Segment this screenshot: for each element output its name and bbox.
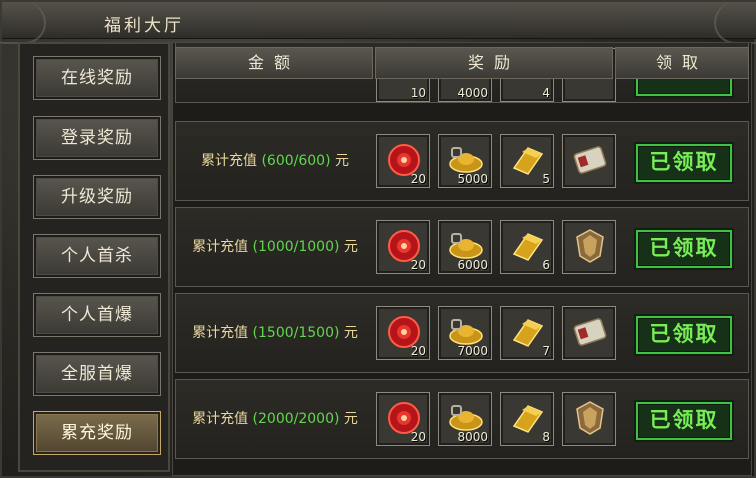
reward-slot[interactable] [562,392,616,446]
scroll-icon [573,146,607,174]
reward-slot[interactable] [562,306,616,360]
reward-slot[interactable]: 7 [500,306,554,360]
shield-icon [576,401,604,435]
sidebar-item-online-reward[interactable]: 在线奖励 [33,56,161,100]
window-title: 福利大厅 [104,16,184,36]
claim-button[interactable]: 已领取 [636,230,732,268]
sidebar-item-personal-first-kill[interactable]: 个人首杀 [33,234,161,278]
reward-slot[interactable]: 20 [376,134,430,188]
recharge-amount: 累计充值 (2000/2000) 元 [192,411,358,427]
reward-slot[interactable]: 20 [376,392,430,446]
scroll-icon [573,318,607,346]
claim-button[interactable]: 已领取 [636,316,732,354]
table-row: 累计充值 (1500/1500) 元 20 7000 7 已领取 [175,293,749,373]
claim-button[interactable]: 已领取 [636,402,732,440]
reward-slot[interactable]: 8000 [438,392,492,446]
reward-slot[interactable]: 6 [500,220,554,274]
header-claim: 领取 [615,47,749,79]
recharge-amount: 累计充值 (1500/1500) 元 [192,325,358,341]
reward-slot[interactable]: 5000 [438,134,492,188]
table-row: 累计充值 (2000/2000) 元 20 8000 8 已领取 [175,379,749,459]
ornament-right-icon [714,2,756,44]
ornament-left-icon [0,2,46,44]
sidebar-item-server-first-drop[interactable]: 全服首爆 [33,352,161,396]
table-row: 累计充值 (600/600) 元 20 5000 5 已领取 [175,121,749,201]
reward-slot[interactable] [562,220,616,274]
header-reward: 奖励 [375,47,613,79]
reward-panel: 10 4000 4 金额 奖励 领取 累计充值 (600/600) 元 20 5… [172,42,752,476]
title-bar: 福利大厅 [0,2,756,44]
reward-slot[interactable]: 6000 [438,220,492,274]
reward-slot[interactable]: 7000 [438,306,492,360]
recharge-amount: 累计充值 (600/600) 元 [201,153,349,169]
table-row: 累计充值 (1000/1000) 元 20 6000 6 已领取 [175,207,749,287]
sidebar-item-login-reward[interactable]: 登录奖励 [33,116,161,160]
claim-button[interactable]: 已领取 [636,144,732,182]
reward-slot[interactable]: 8 [500,392,554,446]
header-amount: 金额 [175,47,373,79]
reward-slot[interactable]: 20 [376,220,430,274]
reward-slot[interactable]: 20 [376,306,430,360]
recharge-amount: 累计充值 (1000/1000) 元 [192,239,358,255]
sidebar: 在线奖励 登录奖励 升级奖励 个人首杀 个人首爆 全服首爆 累充奖励 [18,42,170,472]
welfare-hall-window: 福利大厅 在线奖励 登录奖励 升级奖励 个人首杀 个人首爆 全服首爆 累充奖励 … [0,0,756,478]
sidebar-item-levelup-reward[interactable]: 升级奖励 [33,175,161,219]
reward-slot[interactable] [562,134,616,188]
reward-slot[interactable]: 5 [500,134,554,188]
shield-icon [576,229,604,263]
sidebar-item-recharge-reward[interactable]: 累充奖励 [33,411,161,455]
sidebar-item-personal-first-drop[interactable]: 个人首爆 [33,293,161,337]
